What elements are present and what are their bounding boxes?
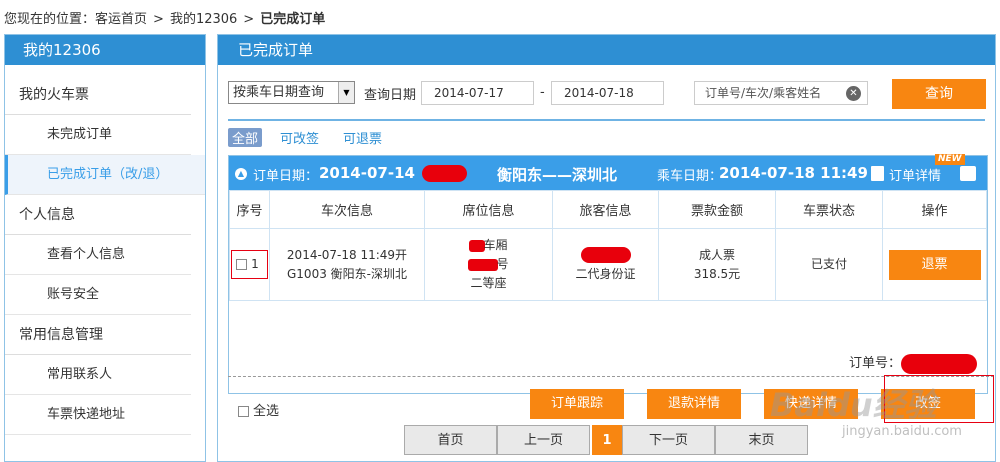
order-detail-link[interactable]: 订单详情 bbox=[889, 165, 941, 184]
sidebar-item-delivery-address[interactable]: 车票快递地址 bbox=[5, 395, 191, 435]
pager-next[interactable]: 下一页 bbox=[622, 425, 715, 455]
breadcrumb-separator: > bbox=[153, 12, 164, 27]
seat-info-cell: 车厢 号 二等座 bbox=[424, 228, 553, 301]
clear-icon[interactable]: ✕ bbox=[846, 86, 861, 101]
column-header: 车次信息 bbox=[269, 190, 425, 229]
passenger-info-cell: 二代身份证 bbox=[552, 228, 659, 301]
watermark-url: jingyan.baidu.com bbox=[842, 424, 962, 439]
new-badge: NEW bbox=[935, 154, 965, 165]
breadcrumb-home-link[interactable]: 客运首页 bbox=[95, 12, 147, 27]
column-header: 操作 bbox=[882, 190, 987, 229]
seat-number: 号 bbox=[496, 257, 509, 271]
row-checkbox[interactable] bbox=[236, 259, 248, 270]
order-date-value: 2014-07-14 bbox=[319, 164, 415, 182]
sidebar-item-pending-orders[interactable]: 未完成订单 bbox=[5, 115, 191, 155]
order-number: 订单号： bbox=[849, 352, 977, 374]
pager-prev[interactable]: 上一页 bbox=[497, 425, 590, 455]
action-cell: 退票 bbox=[882, 228, 987, 301]
sidebar-item-contacts[interactable]: 常用联系人 bbox=[5, 355, 191, 395]
pager-last[interactable]: 末页 bbox=[715, 425, 808, 455]
sidebar-group-tickets[interactable]: 我的火车票 bbox=[5, 75, 191, 115]
keyword-placeholder: 订单号/车次/乘客姓名 bbox=[705, 86, 822, 100]
table-row: 1 2014-07-18 11:49开 G1003 衡阳东-深圳北 车厢 号 二… bbox=[229, 228, 987, 301]
seq-cell: 1 bbox=[229, 228, 270, 301]
query-mode-select[interactable]: 按乘车日期查询 ▼ bbox=[228, 81, 355, 104]
ride-date-label: 乘车日期： bbox=[657, 169, 723, 184]
ticket-type: 成人票 bbox=[698, 247, 735, 262]
breadcrumb-separator: > bbox=[243, 12, 255, 27]
select-all-label: 全选 bbox=[253, 404, 280, 419]
search-bar: 按乘车日期查询 ▼ 查询日期 2014-07-17 - 2014-07-18 订… bbox=[228, 79, 986, 111]
filter-tab-refundable[interactable]: 可退票 bbox=[343, 128, 382, 147]
train-departure-time: 2014-07-18 11:49开 bbox=[286, 247, 408, 262]
redaction-mark bbox=[422, 165, 467, 182]
seat-class: 二等座 bbox=[470, 276, 507, 290]
sidebar-item-view-personal-info[interactable]: 查看个人信息 bbox=[5, 235, 191, 275]
chevron-down-icon[interactable]: ▼ bbox=[338, 82, 354, 103]
order-filter-tabs: 全部 可改签 可退票 bbox=[228, 128, 406, 147]
pager-current-page[interactable]: 1 bbox=[592, 425, 622, 455]
breadcrumb-prefix: 您现在的位置： bbox=[4, 12, 96, 27]
train-info-cell: 2014-07-18 11:49开 G1003 衡阳东-深圳北 bbox=[269, 228, 425, 301]
price-cell: 成人票 318.5元 bbox=[658, 228, 776, 301]
main-title: 已完成订单 bbox=[218, 35, 995, 65]
ride-date-value: 2014-07-18 11:49 bbox=[719, 164, 868, 182]
watermark-logo: Baidu经验 bbox=[770, 386, 937, 424]
seq-number: 1 bbox=[251, 257, 259, 271]
collapse-icon[interactable]: ▲ bbox=[235, 168, 247, 180]
passenger-id-type: 二代身份证 bbox=[575, 266, 636, 281]
date-to-input[interactable]: 2014-07-18 bbox=[551, 81, 664, 105]
query-button[interactable]: 查询 bbox=[892, 79, 986, 109]
sidebar-title: 我的12306 bbox=[5, 35, 205, 65]
order-route: 衡阳东——深圳北 bbox=[497, 166, 618, 184]
order-date-label: 订单日期： bbox=[253, 169, 319, 184]
query-mode-value: 按乘车日期查询 bbox=[233, 85, 325, 100]
date-from-input[interactable]: 2014-07-17 bbox=[421, 81, 534, 105]
redaction-mark bbox=[580, 247, 631, 263]
order-number-label: 订单号： bbox=[848, 356, 901, 371]
select-all[interactable]: 全选 bbox=[238, 400, 279, 419]
sidebar-group-common-info[interactable]: 常用信息管理 bbox=[5, 315, 191, 355]
ticket-price: 318.5元 bbox=[693, 266, 741, 281]
table-header-row: 序号 车次信息 席位信息 旅客信息 票款金额 车票状态 操作 bbox=[229, 190, 987, 229]
redaction-mark bbox=[468, 258, 499, 271]
breadcrumb-current: 已完成订单 bbox=[260, 12, 326, 27]
status-cell: 已支付 bbox=[775, 228, 883, 301]
divider bbox=[228, 119, 985, 121]
divider bbox=[228, 376, 994, 377]
keyword-search-input[interactable]: 订单号/车次/乘客姓名 ✕ bbox=[694, 81, 868, 105]
breadcrumb: 您现在的位置：客运首页 > 我的12306 > 已完成订单 bbox=[4, 8, 325, 27]
select-all-checkbox[interactable] bbox=[238, 406, 249, 417]
sidebar-group-personal-info[interactable]: 个人信息 bbox=[5, 195, 191, 235]
print-icon[interactable] bbox=[960, 166, 976, 181]
ticket-table: 序号 车次信息 席位信息 旅客信息 票款金额 车票状态 操作 1 2014-07… bbox=[229, 190, 987, 301]
sidebar-item-account-security[interactable]: 账号安全 bbox=[5, 275, 191, 315]
order-card-header: ▲ 订单日期： 2014-07-14 衡阳东——深圳北 乘车日期： 2014-0… bbox=[229, 154, 987, 190]
column-header: 车票状态 bbox=[775, 190, 883, 229]
date-label: 查询日期 bbox=[364, 88, 417, 103]
train-number-route: G1003 衡阳东-深圳北 bbox=[287, 266, 407, 281]
pager-first[interactable]: 首页 bbox=[404, 425, 497, 455]
column-header: 旅客信息 bbox=[552, 190, 659, 229]
breadcrumb-parent-link[interactable]: 我的12306 bbox=[170, 12, 237, 27]
seq-highlight: 1 bbox=[231, 250, 268, 279]
seat-car: 车厢 bbox=[483, 238, 508, 252]
column-header: 票款金额 bbox=[658, 190, 776, 229]
column-header: 席位信息 bbox=[424, 190, 553, 229]
document-icon[interactable] bbox=[871, 166, 884, 181]
refund-button[interactable]: 退票 bbox=[888, 249, 981, 280]
redaction-mark bbox=[901, 353, 977, 374]
refund-details-button[interactable]: 退款详情 bbox=[647, 389, 741, 419]
filter-tab-all[interactable]: 全部 bbox=[228, 128, 263, 147]
sidebar-item-completed-orders[interactable]: 已完成订单（改/退） bbox=[5, 155, 205, 195]
order-tracking-button[interactable]: 订单跟踪 bbox=[530, 389, 624, 419]
column-header: 序号 bbox=[229, 190, 270, 229]
date-range-dash: - bbox=[540, 85, 545, 100]
sidebar: 我的12306 我的火车票 未完成订单 已完成订单（改/退） 个人信息 查看个人… bbox=[4, 34, 206, 462]
order-card: ▲ 订单日期： 2014-07-14 衡阳东——深圳北 乘车日期： 2014-0… bbox=[228, 154, 988, 394]
filter-tab-changeable[interactable]: 可改签 bbox=[280, 128, 319, 147]
